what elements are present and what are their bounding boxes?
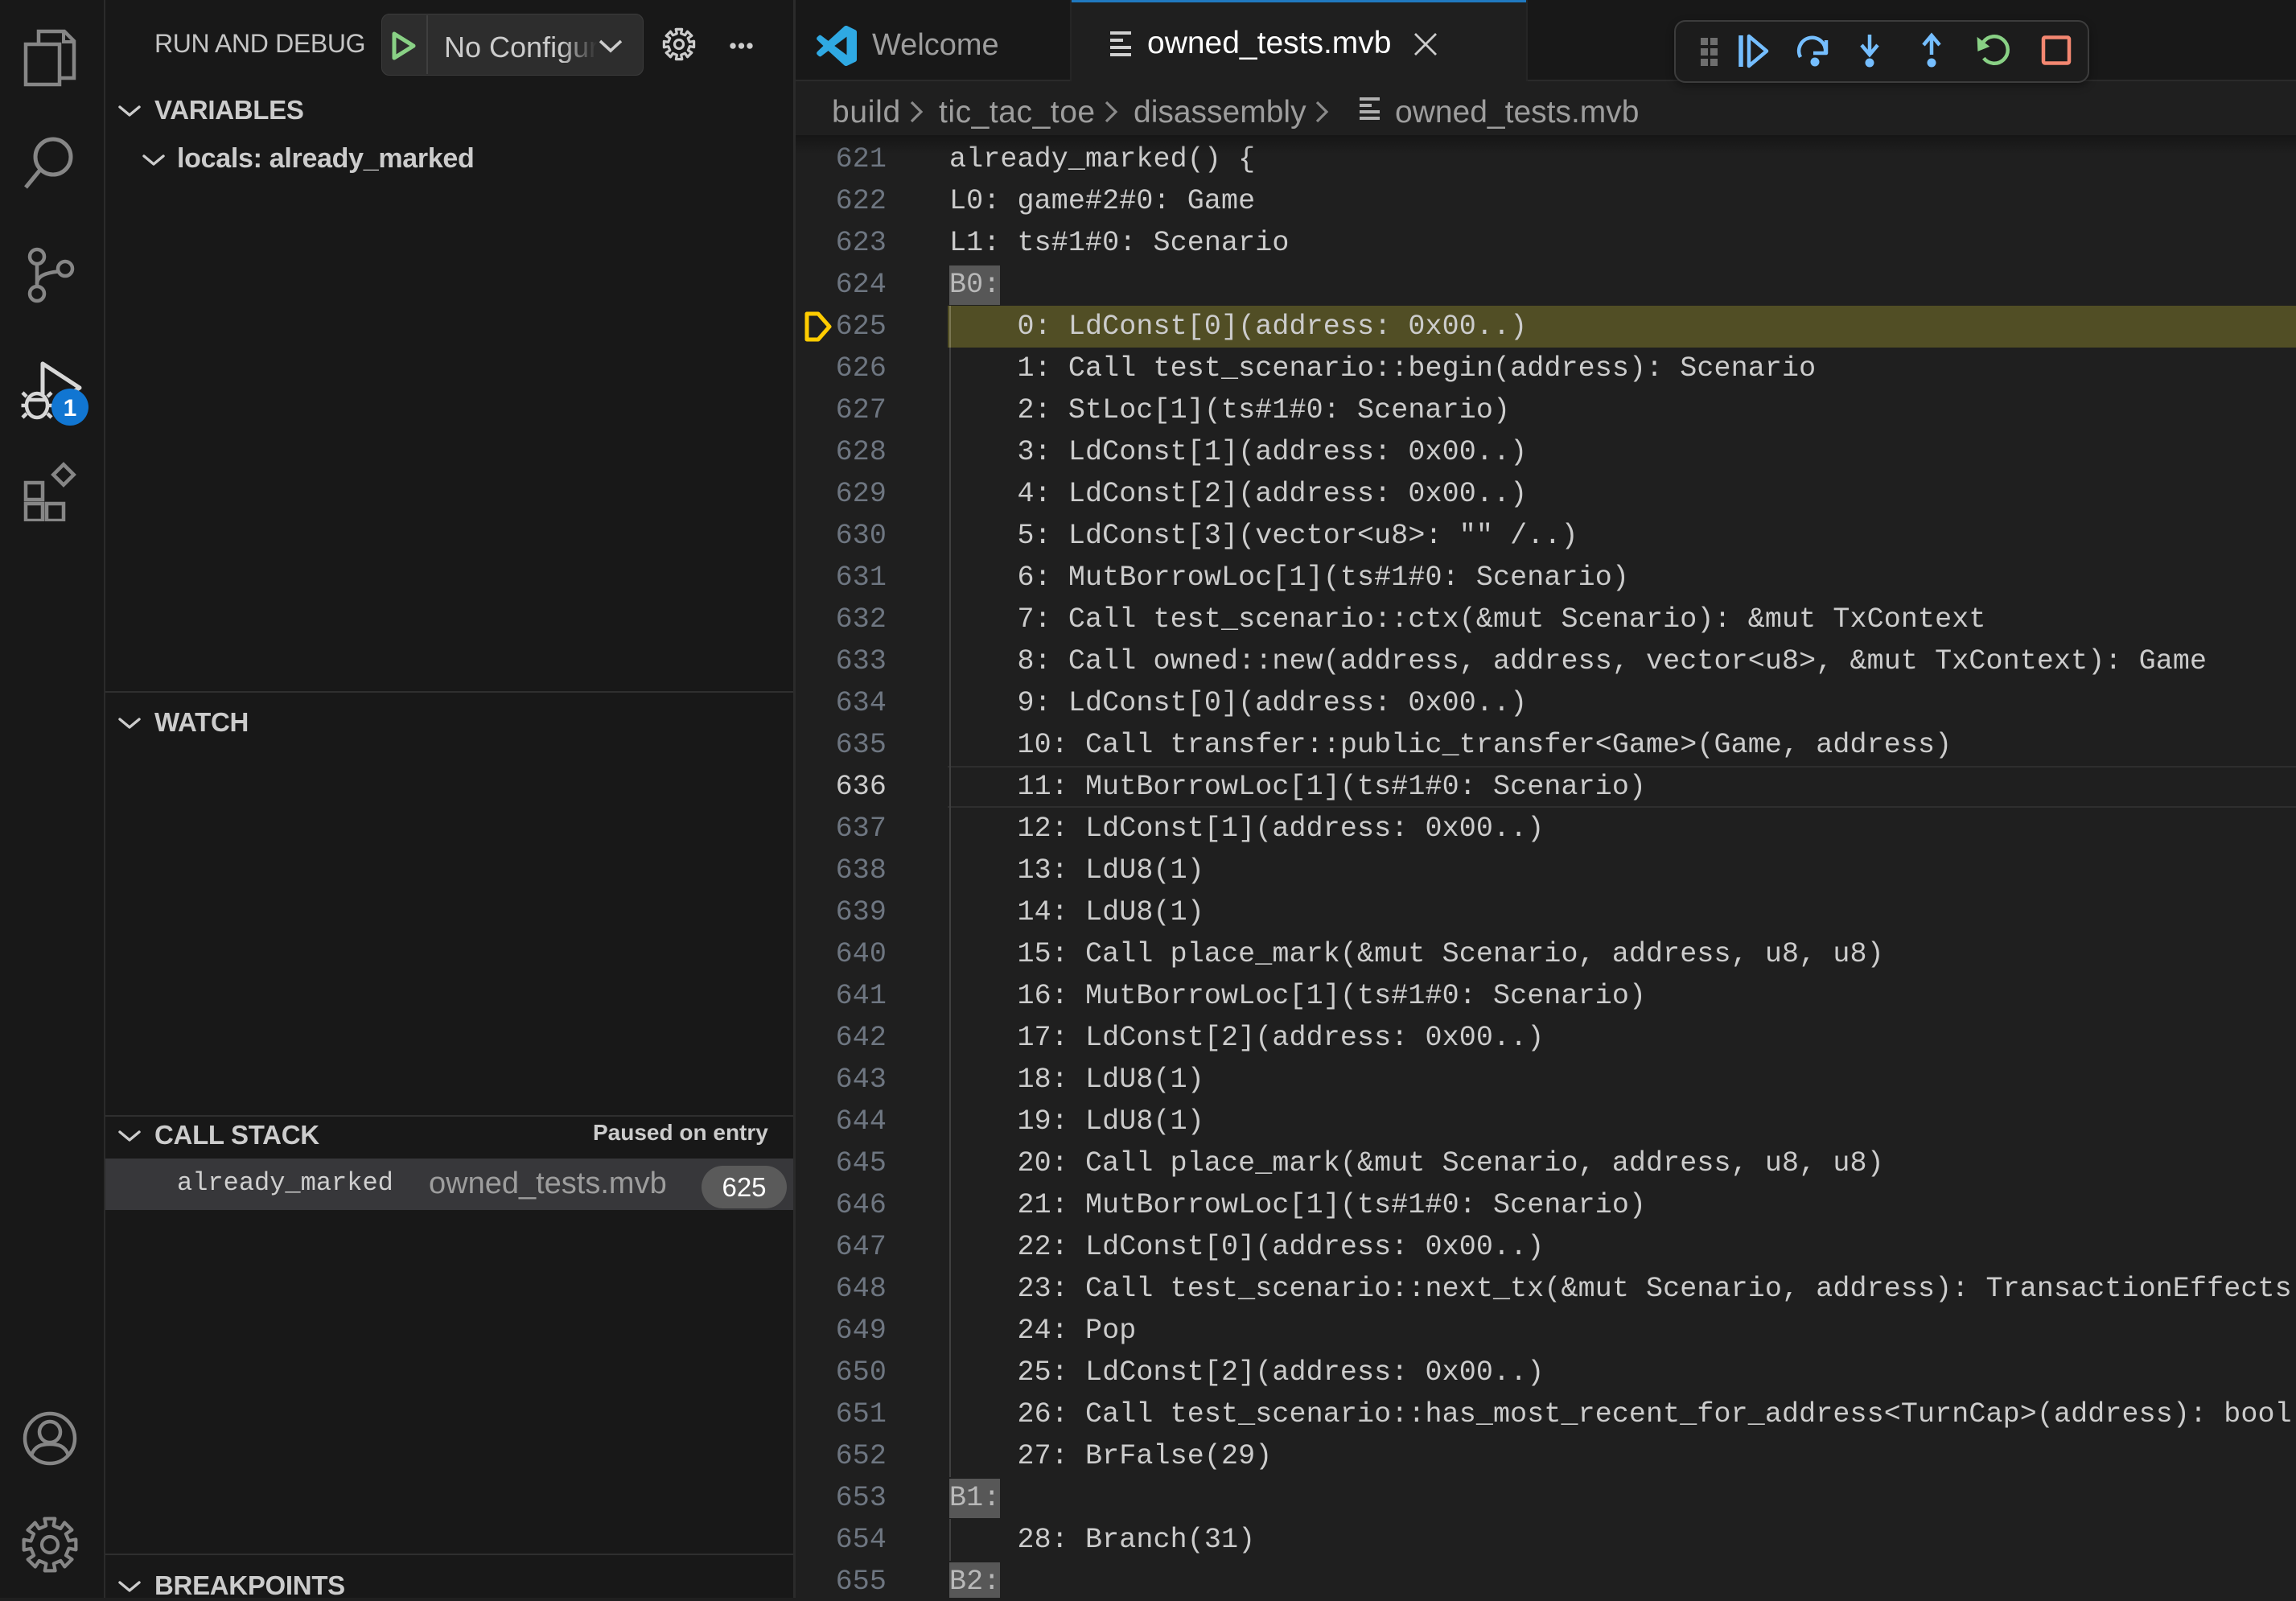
svg-text:1: 1	[64, 395, 77, 422]
